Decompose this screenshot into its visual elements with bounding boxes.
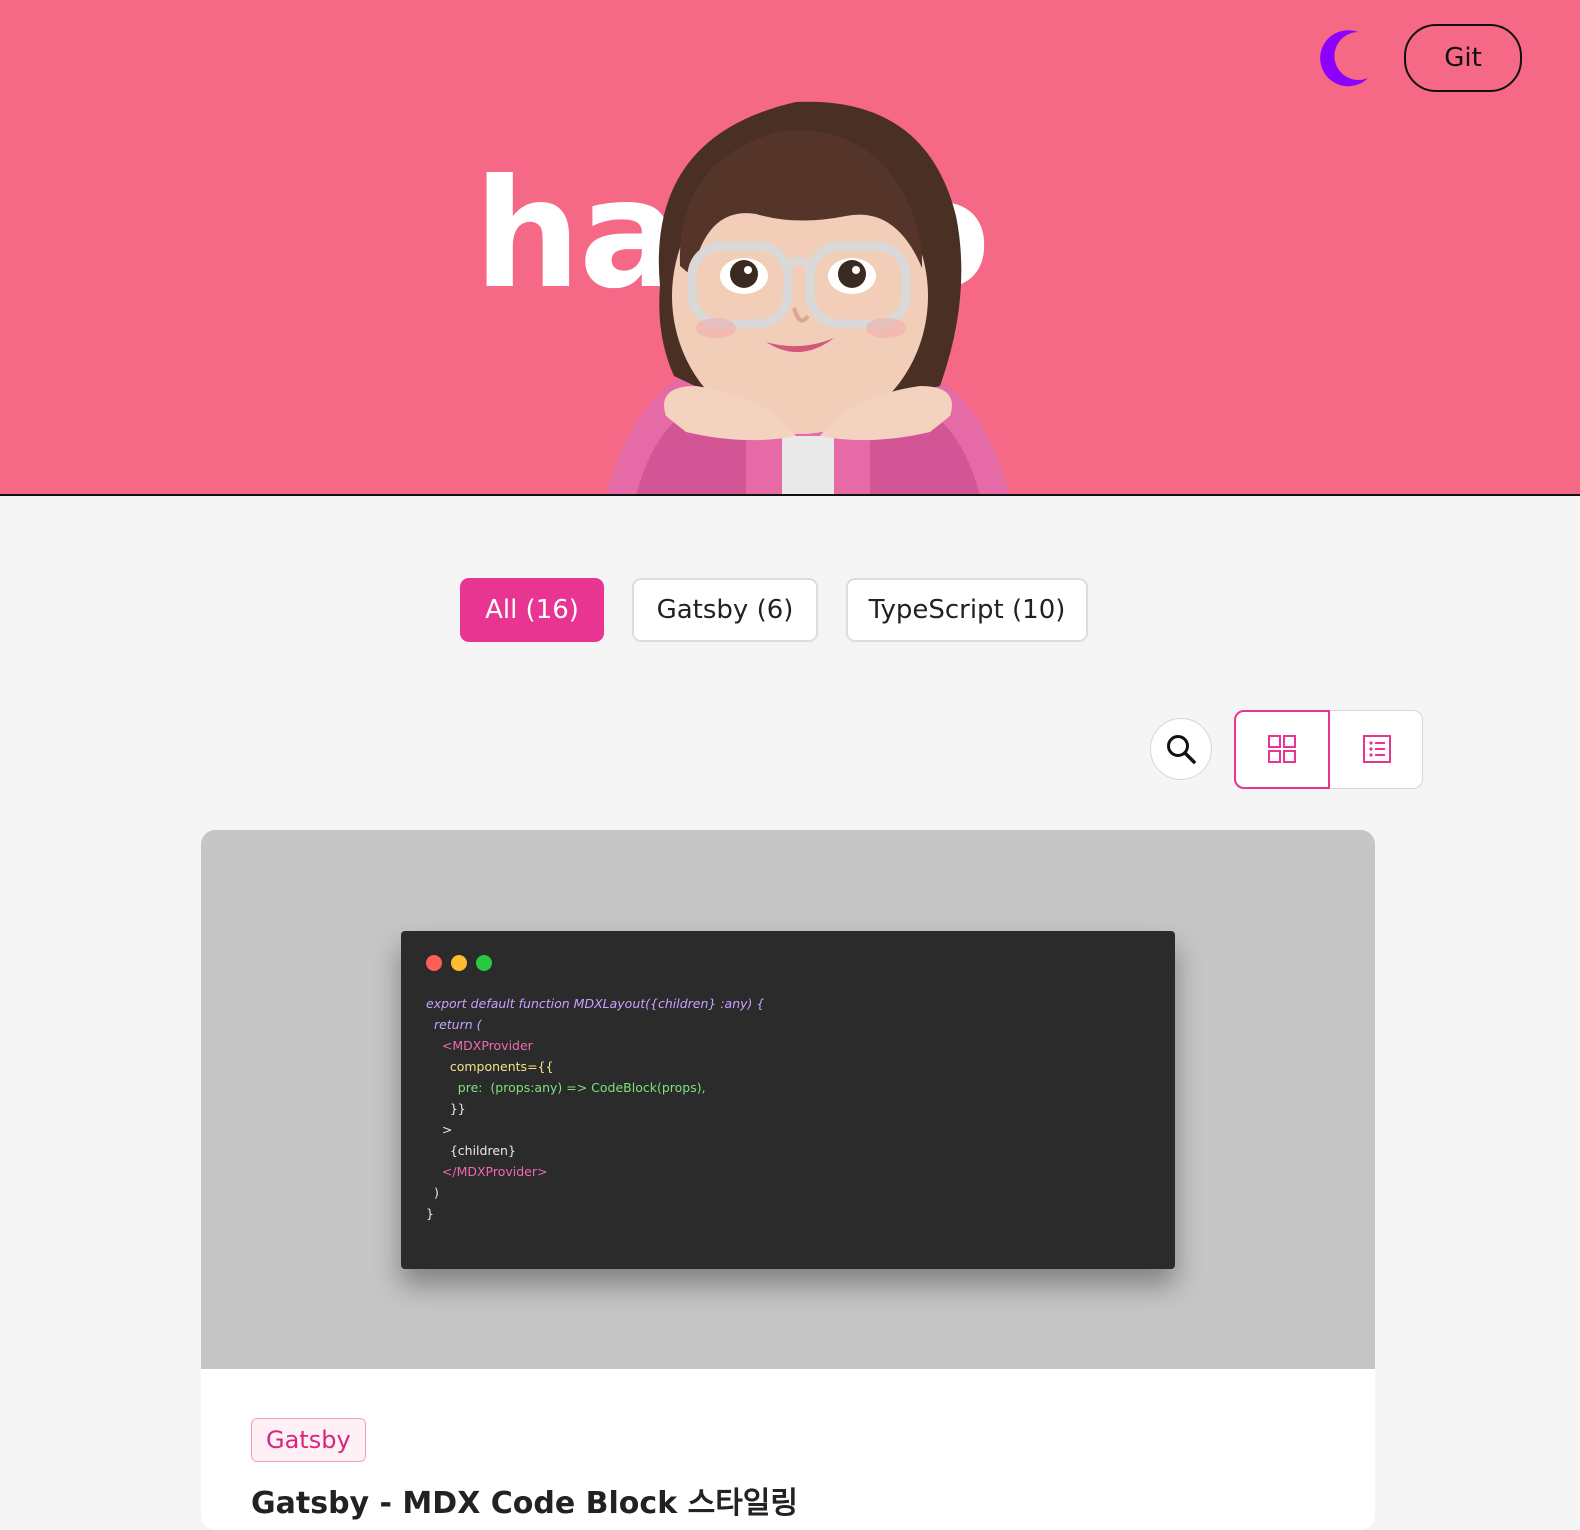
- moon-icon: [1320, 30, 1368, 87]
- post-title[interactable]: Gatsby - MDX Code Block 스타일링: [251, 1478, 798, 1522]
- git-button[interactable]: Git: [1404, 24, 1522, 92]
- search-button[interactable]: [1150, 718, 1212, 780]
- window-maximize-dot: [476, 955, 492, 971]
- code-line: export default function MDXLayout({child…: [426, 996, 765, 1011]
- list-view-button[interactable]: [1329, 710, 1425, 789]
- window-minimize-dot: [451, 955, 467, 971]
- grid-view-button[interactable]: [1233, 709, 1330, 789]
- code-line: ): [426, 1185, 439, 1200]
- tab-gatsby[interactable]: Gatsby (6): [632, 578, 818, 642]
- code-line: <MDXProvider: [426, 1038, 533, 1053]
- list-view-icon: [1363, 735, 1391, 763]
- tab-all[interactable]: All (16): [460, 578, 604, 642]
- view-mode-toggle: [1233, 709, 1425, 789]
- code-screenshot: export default function MDXLayout({child…: [401, 931, 1175, 1269]
- tab-typescript[interactable]: TypeScript (10): [846, 578, 1088, 642]
- grid-view-icon: [1267, 735, 1296, 763]
- code-line: {children}: [426, 1143, 516, 1158]
- code-line: }}: [426, 1101, 466, 1116]
- window-close-dot: [426, 955, 442, 971]
- code-line: </MDXProvider>: [426, 1164, 548, 1179]
- theme-toggle-button[interactable]: [1318, 28, 1374, 88]
- search-icon: [1167, 735, 1196, 764]
- memoji-avatar: [606, 101, 1010, 494]
- code-sample: export default function MDXLayout({child…: [426, 993, 764, 1224]
- post-card[interactable]: export default function MDXLayout({child…: [201, 830, 1375, 1530]
- code-line: }: [426, 1206, 434, 1221]
- category-tabs: All (16) Gatsby (6) TypeScript (10): [0, 578, 1580, 642]
- code-line: return (: [426, 1017, 482, 1032]
- post-tag[interactable]: Gatsby: [251, 1418, 366, 1462]
- post-thumbnail: export default function MDXLayout({child…: [201, 830, 1375, 1369]
- code-line: >: [426, 1122, 453, 1137]
- code-line: components={{: [426, 1059, 554, 1074]
- code-line: pre: (props:any) => CodeBlock(props),: [426, 1080, 706, 1095]
- hero-banner: hanno Git: [0, 0, 1580, 496]
